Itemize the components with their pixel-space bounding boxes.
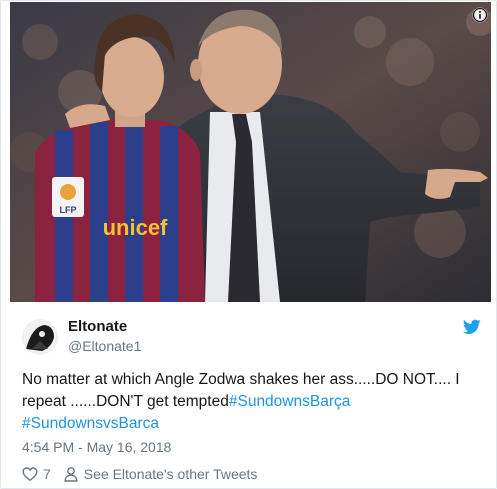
like-action[interactable]: 7 bbox=[22, 466, 51, 482]
twitter-bird-icon[interactable] bbox=[463, 319, 481, 335]
hashtag-link[interactable]: #SundownsvsBarca bbox=[22, 415, 159, 432]
tweet-card: LFP unicef Eltonate @Eltonate1 No matter… bbox=[0, 0, 497, 489]
lfp-badge: LFP bbox=[60, 205, 77, 215]
tweet-timestamp[interactable]: 4:54 PM - May 16, 2018 bbox=[22, 439, 171, 455]
tweet-photo[interactable]: LFP unicef bbox=[10, 2, 491, 302]
avatar[interactable] bbox=[22, 319, 58, 355]
person-icon bbox=[64, 467, 78, 482]
heart-icon[interactable] bbox=[22, 466, 38, 482]
info-icon[interactable] bbox=[472, 7, 488, 23]
author-name[interactable]: Eltonate bbox=[68, 318, 127, 335]
like-count: 7 bbox=[43, 466, 51, 482]
other-tweets-link[interactable]: See Eltonate's other Tweets bbox=[63, 466, 258, 482]
tweet-text: No matter at which Angle Zodwa shakes he… bbox=[22, 369, 482, 435]
author-handle[interactable]: @Eltonate1 bbox=[68, 338, 141, 354]
other-tweets-label[interactable]: See Eltonate's other Tweets bbox=[84, 466, 258, 482]
hashtag-link[interactable]: #SundownsBarça bbox=[229, 393, 351, 410]
tweet-actions: 7 See Eltonate's other Tweets bbox=[22, 464, 257, 484]
jersey-sponsor: unicef bbox=[103, 215, 168, 240]
